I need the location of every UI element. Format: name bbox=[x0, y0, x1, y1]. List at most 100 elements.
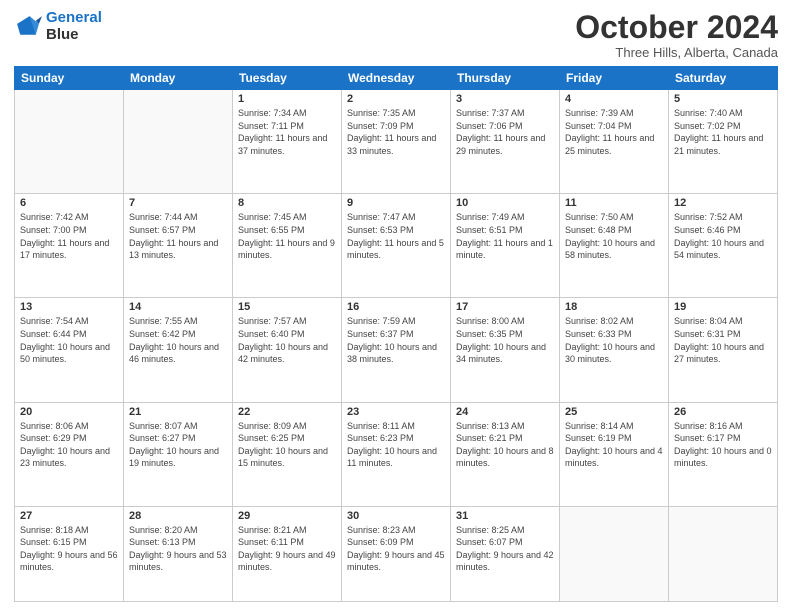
cell-w1-d5: 4 Sunrise: 7:39 AM Sunset: 7:04 PM Daylig… bbox=[560, 90, 669, 194]
day-info: Sunrise: 7:49 AM Sunset: 6:51 PM Dayligh… bbox=[456, 211, 554, 261]
day-info: Sunrise: 7:47 AM Sunset: 6:53 PM Dayligh… bbox=[347, 211, 445, 261]
day-info: Sunrise: 7:35 AM Sunset: 7:09 PM Dayligh… bbox=[347, 107, 445, 157]
logo-text: General Blue bbox=[46, 10, 102, 43]
cell-w3-d3: 16 Sunrise: 7:59 AM Sunset: 6:37 PM Dayli… bbox=[342, 298, 451, 402]
cell-w4-d0: 20 Sunrise: 8:06 AM Sunset: 6:29 PM Dayli… bbox=[15, 402, 124, 506]
day-info: Sunrise: 8:04 AM Sunset: 6:31 PM Dayligh… bbox=[674, 315, 772, 365]
cell-w2-d5: 11Sunrise: 7:50 AM Sunset: 6:48 PM Dayli… bbox=[560, 194, 669, 298]
day-number: 31 bbox=[456, 510, 554, 522]
cell-w2-d0: 6Sunrise: 7:42 AM Sunset: 7:00 PM Daylig… bbox=[15, 194, 124, 298]
day-number: 5 bbox=[674, 93, 772, 105]
cell-w5-d3: 30 Sunrise: 8:23 AM Sunset: 6:09 PM Dayli… bbox=[342, 506, 451, 601]
day-number: 25 bbox=[565, 406, 663, 418]
day-number: 17 bbox=[456, 301, 554, 313]
day-number: 20 bbox=[20, 406, 118, 418]
day-number: 15 bbox=[238, 301, 336, 313]
cell-w4-d5: 25 Sunrise: 8:14 AM Sunset: 6:19 PM Dayli… bbox=[560, 402, 669, 506]
cell-w1-d1 bbox=[124, 90, 233, 194]
title-block: October 2024 Three Hills, Alberta, Canad… bbox=[575, 10, 778, 60]
day-info: Sunrise: 7:52 AM Sunset: 6:46 PM Dayligh… bbox=[674, 211, 772, 261]
day-number: 22 bbox=[238, 406, 336, 418]
cell-w3-d4: 17Sunrise: 8:00 AM Sunset: 6:35 PM Dayli… bbox=[451, 298, 560, 402]
cell-w1-d6: 5 Sunrise: 7:40 AM Sunset: 7:02 PM Daylig… bbox=[669, 90, 778, 194]
header-wednesday: Wednesday bbox=[342, 67, 451, 90]
weekday-header-row: Sunday Monday Tuesday Wednesday Thursday… bbox=[15, 67, 778, 90]
day-info: Sunrise: 8:21 AM Sunset: 6:11 PM Dayligh… bbox=[238, 524, 336, 574]
week-row-2: 6Sunrise: 7:42 AM Sunset: 7:00 PM Daylig… bbox=[15, 194, 778, 298]
day-number: 27 bbox=[20, 510, 118, 522]
cell-w3-d0: 13Sunrise: 7:54 AM Sunset: 6:44 PM Dayli… bbox=[15, 298, 124, 402]
week-row-4: 20 Sunrise: 8:06 AM Sunset: 6:29 PM Dayli… bbox=[15, 402, 778, 506]
header-tuesday: Tuesday bbox=[233, 67, 342, 90]
day-info: Sunrise: 8:23 AM Sunset: 6:09 PM Dayligh… bbox=[347, 524, 445, 574]
day-number: 26 bbox=[674, 406, 772, 418]
header-friday: Friday bbox=[560, 67, 669, 90]
cell-w5-d4: 31 Sunrise: 8:25 AM Sunset: 6:07 PM Dayli… bbox=[451, 506, 560, 601]
cell-w5-d6 bbox=[669, 506, 778, 601]
cell-w1-d2: 1 Sunrise: 7:34 AM Sunset: 7:11 PM Daylig… bbox=[233, 90, 342, 194]
day-info: Sunrise: 8:25 AM Sunset: 6:07 PM Dayligh… bbox=[456, 524, 554, 574]
day-number: 21 bbox=[129, 406, 227, 418]
day-number: 23 bbox=[347, 406, 445, 418]
day-number: 10 bbox=[456, 197, 554, 209]
logo-line2: Blue bbox=[46, 27, 102, 44]
day-number: 4 bbox=[565, 93, 663, 105]
calendar-table: Sunday Monday Tuesday Wednesday Thursday… bbox=[14, 66, 778, 602]
cell-w2-d2: 8Sunrise: 7:45 AM Sunset: 6:55 PM Daylig… bbox=[233, 194, 342, 298]
cell-w4-d6: 26 Sunrise: 8:16 AM Sunset: 6:17 PM Dayli… bbox=[669, 402, 778, 506]
day-number: 12 bbox=[674, 197, 772, 209]
week-row-1: 1 Sunrise: 7:34 AM Sunset: 7:11 PM Daylig… bbox=[15, 90, 778, 194]
header-monday: Monday bbox=[124, 67, 233, 90]
day-number: 30 bbox=[347, 510, 445, 522]
cell-w5-d2: 29 Sunrise: 8:21 AM Sunset: 6:11 PM Dayli… bbox=[233, 506, 342, 601]
day-info: Sunrise: 7:39 AM Sunset: 7:04 PM Dayligh… bbox=[565, 107, 663, 157]
day-info: Sunrise: 7:59 AM Sunset: 6:37 PM Dayligh… bbox=[347, 315, 445, 365]
day-info: Sunrise: 8:14 AM Sunset: 6:19 PM Dayligh… bbox=[565, 420, 663, 470]
day-number: 16 bbox=[347, 301, 445, 313]
day-info: Sunrise: 7:57 AM Sunset: 6:40 PM Dayligh… bbox=[238, 315, 336, 365]
day-info: Sunrise: 7:50 AM Sunset: 6:48 PM Dayligh… bbox=[565, 211, 663, 261]
cell-w4-d3: 23 Sunrise: 8:11 AM Sunset: 6:23 PM Dayli… bbox=[342, 402, 451, 506]
logo-line1: General bbox=[46, 9, 102, 26]
header-thursday: Thursday bbox=[451, 67, 560, 90]
day-info: Sunrise: 8:09 AM Sunset: 6:25 PM Dayligh… bbox=[238, 420, 336, 470]
month-title: October 2024 bbox=[575, 10, 778, 45]
day-number: 18 bbox=[565, 301, 663, 313]
day-info: Sunrise: 8:18 AM Sunset: 6:15 PM Dayligh… bbox=[20, 524, 118, 574]
logo: General Blue bbox=[14, 10, 102, 43]
day-info: Sunrise: 7:44 AM Sunset: 6:57 PM Dayligh… bbox=[129, 211, 227, 261]
week-row-5: 27 Sunrise: 8:18 AM Sunset: 6:15 PM Dayli… bbox=[15, 506, 778, 601]
cell-w5-d0: 27 Sunrise: 8:18 AM Sunset: 6:15 PM Dayli… bbox=[15, 506, 124, 601]
day-info: Sunrise: 7:34 AM Sunset: 7:11 PM Dayligh… bbox=[238, 107, 336, 157]
location: Three Hills, Alberta, Canada bbox=[575, 45, 778, 60]
day-info: Sunrise: 8:02 AM Sunset: 6:33 PM Dayligh… bbox=[565, 315, 663, 365]
header-saturday: Saturday bbox=[669, 67, 778, 90]
day-number: 14 bbox=[129, 301, 227, 313]
cell-w1-d3: 2 Sunrise: 7:35 AM Sunset: 7:09 PM Daylig… bbox=[342, 90, 451, 194]
day-info: Sunrise: 7:42 AM Sunset: 7:00 PM Dayligh… bbox=[20, 211, 118, 261]
day-info: Sunrise: 7:40 AM Sunset: 7:02 PM Dayligh… bbox=[674, 107, 772, 157]
day-info: Sunrise: 7:37 AM Sunset: 7:06 PM Dayligh… bbox=[456, 107, 554, 157]
logo-icon bbox=[14, 13, 42, 41]
header-sunday: Sunday bbox=[15, 67, 124, 90]
cell-w3-d5: 18 Sunrise: 8:02 AM Sunset: 6:33 PM Dayli… bbox=[560, 298, 669, 402]
day-number: 7 bbox=[129, 197, 227, 209]
cell-w3-d1: 14Sunrise: 7:55 AM Sunset: 6:42 PM Dayli… bbox=[124, 298, 233, 402]
cell-w1-d4: 3Sunrise: 7:37 AM Sunset: 7:06 PM Daylig… bbox=[451, 90, 560, 194]
day-number: 1 bbox=[238, 93, 336, 105]
cell-w5-d1: 28Sunrise: 8:20 AM Sunset: 6:13 PM Dayli… bbox=[124, 506, 233, 601]
day-info: Sunrise: 8:11 AM Sunset: 6:23 PM Dayligh… bbox=[347, 420, 445, 470]
cell-w2-d3: 9 Sunrise: 7:47 AM Sunset: 6:53 PM Daylig… bbox=[342, 194, 451, 298]
day-number: 8 bbox=[238, 197, 336, 209]
day-number: 9 bbox=[347, 197, 445, 209]
day-number: 24 bbox=[456, 406, 554, 418]
day-number: 2 bbox=[347, 93, 445, 105]
day-number: 29 bbox=[238, 510, 336, 522]
cell-w4-d2: 22 Sunrise: 8:09 AM Sunset: 6:25 PM Dayli… bbox=[233, 402, 342, 506]
header: General Blue October 2024 Three Hills, A… bbox=[14, 10, 778, 60]
day-number: 28 bbox=[129, 510, 227, 522]
cell-w3-d6: 19Sunrise: 8:04 AM Sunset: 6:31 PM Dayli… bbox=[669, 298, 778, 402]
day-info: Sunrise: 8:16 AM Sunset: 6:17 PM Dayligh… bbox=[674, 420, 772, 470]
cell-w2-d6: 12 Sunrise: 7:52 AM Sunset: 6:46 PM Dayli… bbox=[669, 194, 778, 298]
day-info: Sunrise: 8:06 AM Sunset: 6:29 PM Dayligh… bbox=[20, 420, 118, 470]
